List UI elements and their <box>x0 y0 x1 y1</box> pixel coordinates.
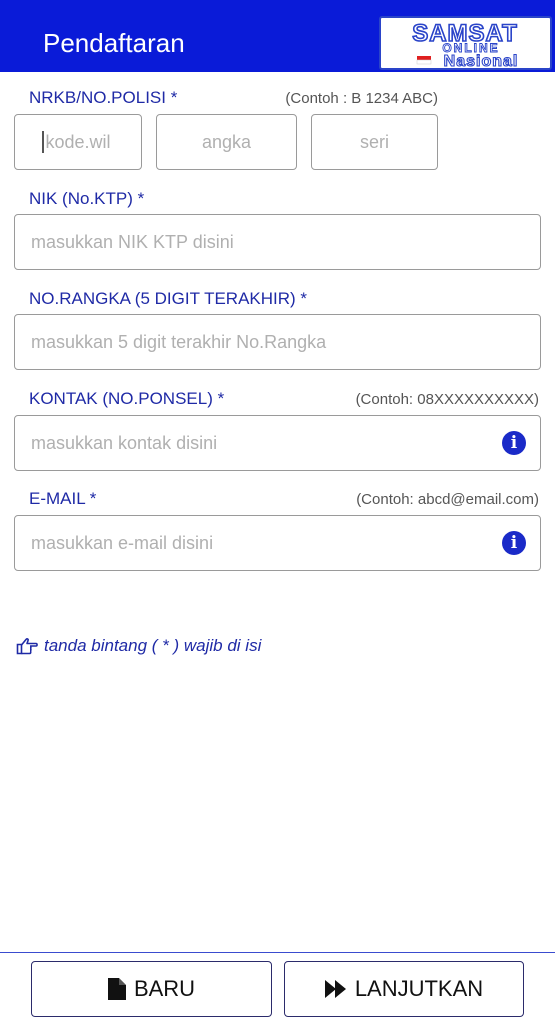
fast-forward-icon <box>324 980 346 998</box>
text-caret <box>42 131 44 153</box>
kontak-field-box: i <box>14 415 541 471</box>
status-bar <box>0 0 555 16</box>
seri-input[interactable] <box>312 115 437 169</box>
rangka-input[interactable] <box>15 315 540 369</box>
kontak-hint: (Contoh: 08XXXXXXXXXX) <box>355 391 539 408</box>
email-hint: (Contoh: abcd@email.com) <box>356 491 539 508</box>
rangka-label: NO.RANGKA (5 DIGIT TERAKHIR) * <box>29 289 308 308</box>
angka-input[interactable] <box>157 115 296 169</box>
lanjutkan-button[interactable]: LANJUTKAN <box>284 961 524 1017</box>
email-input[interactable] <box>15 516 540 570</box>
nrkb-hint: (Contoh : B 1234 ABC) <box>285 90 438 107</box>
bottom-action-bar: BARU LANJUTKAN <box>0 952 555 1024</box>
nik-field-box <box>14 214 541 270</box>
logo-line-3: Nasional <box>444 53 519 68</box>
baru-button-label: BARU <box>133 976 196 1001</box>
kontak-input[interactable] <box>15 416 540 470</box>
file-icon <box>107 978 126 1000</box>
hand-point-right-icon <box>16 638 38 655</box>
info-icon[interactable]: i <box>502 531 526 555</box>
nrkb-label: NRKB/NO.POLISI * <box>29 88 178 107</box>
required-note: tanda bintang ( * ) wajib di isi <box>16 636 261 656</box>
angka-field-box <box>156 114 297 170</box>
baru-button[interactable]: BARU <box>31 961 272 1017</box>
email-label: E-MAIL * <box>29 489 97 508</box>
kode-wilayah-input[interactable] <box>15 115 141 169</box>
seri-field-box <box>311 114 438 170</box>
page-title: Pendaftaran <box>43 28 185 58</box>
kode-wilayah-field-box <box>14 114 142 170</box>
info-icon[interactable]: i <box>502 431 526 455</box>
email-field-box: i <box>14 515 541 571</box>
app-header: Pendaftaran SAMSAT ONLINE Nasional <box>0 16 555 72</box>
nik-input[interactable] <box>15 215 540 269</box>
samsat-logo: SAMSAT ONLINE Nasional <box>379 16 552 70</box>
kontak-label: KONTAK (NO.PONSEL) * <box>29 389 225 408</box>
nik-label: NIK (No.KTP) * <box>29 189 145 208</box>
required-note-text: tanda bintang ( * ) wajib di isi <box>44 636 262 655</box>
lanjutkan-button-label: LANJUTKAN <box>354 976 484 1001</box>
rangka-field-box <box>14 314 541 370</box>
